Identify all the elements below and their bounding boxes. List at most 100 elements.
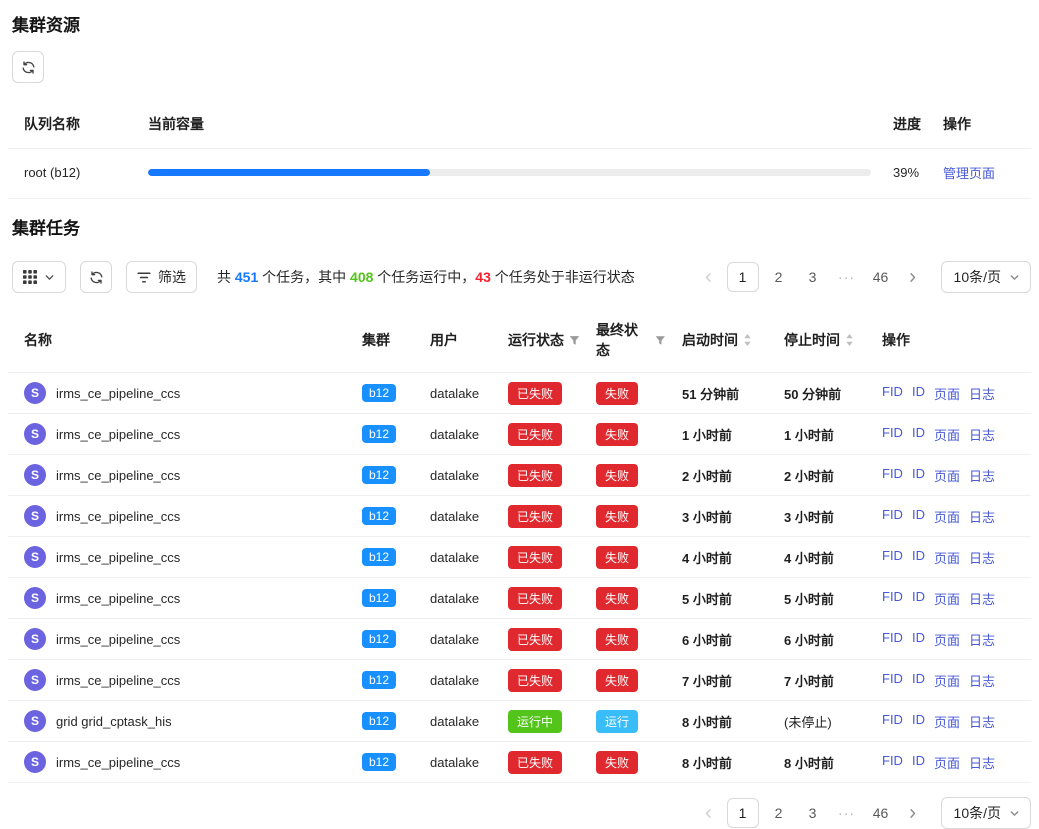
cluster-tag: b12 bbox=[362, 630, 396, 648]
pagination-page-46[interactable]: 46 bbox=[867, 798, 895, 828]
action-link-日志[interactable]: 日志 bbox=[969, 384, 995, 403]
action-link-fid[interactable]: FID bbox=[882, 589, 903, 608]
manage-page-link[interactable]: 管理页面 bbox=[943, 166, 995, 181]
pagination-ellipsis[interactable]: ··· bbox=[833, 262, 861, 292]
action-link-页面[interactable]: 页面 bbox=[934, 753, 960, 772]
cluster-tag: b12 bbox=[362, 507, 396, 525]
action-link-id[interactable]: ID bbox=[912, 712, 925, 731]
final-status-badge: 失败 bbox=[596, 546, 638, 569]
pagination-next-button[interactable] bbox=[901, 262, 925, 292]
pagination-page-1[interactable]: 1 bbox=[727, 262, 759, 292]
page-size-select[interactable]: 10条/页 bbox=[941, 261, 1031, 293]
pagination-next-button[interactable] bbox=[901, 798, 925, 828]
action-link-日志[interactable]: 日志 bbox=[969, 630, 995, 649]
action-link-fid[interactable]: FID bbox=[882, 384, 903, 403]
filter-funnel-icon[interactable] bbox=[655, 335, 666, 346]
action-link-fid[interactable]: FID bbox=[882, 548, 903, 567]
chevron-left-icon bbox=[703, 272, 714, 283]
action-link-id[interactable]: ID bbox=[912, 671, 925, 690]
action-link-日志[interactable]: 日志 bbox=[969, 753, 995, 772]
column-header-start-time[interactable]: 启动时间 bbox=[666, 330, 768, 350]
resources-refresh-button[interactable] bbox=[12, 51, 44, 83]
action-link-id[interactable]: ID bbox=[912, 753, 925, 772]
pagination-prev-button[interactable] bbox=[697, 798, 721, 828]
row-actions: FID ID 页面日志 bbox=[866, 630, 1031, 649]
column-settings-button[interactable] bbox=[12, 261, 66, 293]
action-link-fid[interactable]: FID bbox=[882, 425, 903, 444]
filter-funnel-icon[interactable] bbox=[569, 335, 580, 346]
action-link-页面[interactable]: 页面 bbox=[934, 589, 960, 608]
start-time: 7 小时前 bbox=[666, 671, 768, 690]
action-link-页面[interactable]: 页面 bbox=[934, 384, 960, 403]
task-name: irms_ce_pipeline_ccs bbox=[56, 755, 180, 770]
column-header-progress: 进度 bbox=[879, 114, 943, 134]
user-cell: datalake bbox=[414, 550, 492, 565]
stop-time: 1 小时前 bbox=[768, 425, 866, 444]
action-link-fid[interactable]: FID bbox=[882, 507, 903, 526]
page-size-select[interactable]: 10条/页 bbox=[941, 797, 1031, 829]
action-link-id[interactable]: ID bbox=[912, 507, 925, 526]
avatar: S bbox=[24, 751, 46, 773]
pagination-ellipsis[interactable]: ··· bbox=[833, 798, 861, 828]
tasks-table-body: S irms_ce_pipeline_ccs b12 datalake 已失败 … bbox=[8, 373, 1031, 783]
start-time: 6 小时前 bbox=[666, 630, 768, 649]
column-header-run-status[interactable]: 运行状态 bbox=[492, 330, 580, 350]
column-header-stop-time[interactable]: 停止时间 bbox=[768, 330, 866, 350]
pagination-page-3[interactable]: 3 bbox=[799, 798, 827, 828]
stop-time: 8 小时前 bbox=[768, 753, 866, 772]
avatar: S bbox=[24, 628, 46, 650]
table-row: S grid grid_cptask_his b12 datalake 运行中 … bbox=[8, 701, 1031, 742]
tasks-refresh-button[interactable] bbox=[80, 261, 112, 293]
action-link-页面[interactable]: 页面 bbox=[934, 507, 960, 526]
action-link-fid[interactable]: FID bbox=[882, 671, 903, 690]
sorter-icon[interactable] bbox=[743, 333, 752, 347]
row-actions: FID ID 页面日志 bbox=[866, 712, 1031, 731]
action-link-日志[interactable]: 日志 bbox=[969, 589, 995, 608]
action-link-日志[interactable]: 日志 bbox=[969, 507, 995, 526]
action-link-id[interactable]: ID bbox=[912, 589, 925, 608]
pagination-page-2[interactable]: 2 bbox=[765, 262, 793, 292]
action-link-id[interactable]: ID bbox=[912, 425, 925, 444]
action-link-id[interactable]: ID bbox=[912, 548, 925, 567]
start-time: 4 小时前 bbox=[666, 548, 768, 567]
user-cell: datalake bbox=[414, 509, 492, 524]
final-status-badge: 失败 bbox=[596, 464, 638, 487]
column-header-final-status[interactable]: 最终状态 bbox=[580, 320, 666, 360]
pagination-page-46[interactable]: 46 bbox=[867, 262, 895, 292]
action-link-fid[interactable]: FID bbox=[882, 466, 903, 485]
action-link-页面[interactable]: 页面 bbox=[934, 712, 960, 731]
action-link-日志[interactable]: 日志 bbox=[969, 712, 995, 731]
action-link-日志[interactable]: 日志 bbox=[969, 425, 995, 444]
action-link-页面[interactable]: 页面 bbox=[934, 548, 960, 567]
stop-time: 4 小时前 bbox=[768, 548, 866, 567]
action-link-fid[interactable]: FID bbox=[882, 753, 903, 772]
task-name: irms_ce_pipeline_ccs bbox=[56, 673, 180, 688]
action-link-页面[interactable]: 页面 bbox=[934, 671, 960, 690]
action-link-fid[interactable]: FID bbox=[882, 712, 903, 731]
action-link-id[interactable]: ID bbox=[912, 384, 925, 403]
action-link-id[interactable]: ID bbox=[912, 630, 925, 649]
action-link-页面[interactable]: 页面 bbox=[934, 466, 960, 485]
pagination-page-2[interactable]: 2 bbox=[765, 798, 793, 828]
action-link-页面[interactable]: 页面 bbox=[934, 425, 960, 444]
column-header-capacity: 当前容量 bbox=[148, 114, 879, 134]
row-actions: FID ID 页面日志 bbox=[866, 466, 1031, 485]
task-name: irms_ce_pipeline_ccs bbox=[56, 591, 180, 606]
sorter-icon[interactable] bbox=[845, 333, 854, 347]
action-link-日志[interactable]: 日志 bbox=[969, 548, 995, 567]
table-row: S irms_ce_pipeline_ccs b12 datalake 已失败 … bbox=[8, 373, 1031, 414]
action-link-id[interactable]: ID bbox=[912, 466, 925, 485]
page-size-label: 10条/页 bbox=[954, 267, 1001, 287]
column-header-cluster: 集群 bbox=[346, 330, 414, 350]
action-link-页面[interactable]: 页面 bbox=[934, 630, 960, 649]
action-link-日志[interactable]: 日志 bbox=[969, 671, 995, 690]
action-link-fid[interactable]: FID bbox=[882, 630, 903, 649]
pagination-prev-button[interactable] bbox=[697, 262, 721, 292]
page: 集群资源 队列名称 当前容量 进度 操作 root (b12) 39% 管理页面… bbox=[0, 0, 1039, 829]
filter-button[interactable]: 筛选 bbox=[126, 261, 197, 293]
pagination-page-1[interactable]: 1 bbox=[727, 798, 759, 828]
filter-icon bbox=[137, 271, 151, 284]
pagination-page-3[interactable]: 3 bbox=[799, 262, 827, 292]
avatar: S bbox=[24, 382, 46, 404]
action-link-日志[interactable]: 日志 bbox=[969, 466, 995, 485]
